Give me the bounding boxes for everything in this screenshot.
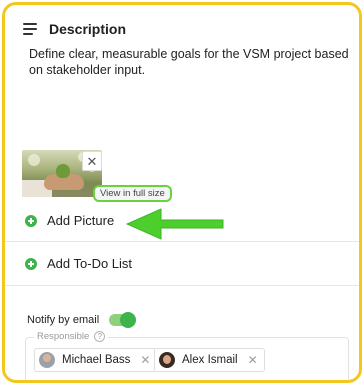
notify-label: Notify by email	[27, 314, 100, 326]
responsible-label: Responsible ?	[34, 331, 109, 342]
task-detail-panel: Description Define clear, measurable goa…	[2, 2, 362, 383]
notify-by-email-row: Notify by email	[27, 312, 137, 328]
remove-picture-button[interactable]: ✕	[82, 151, 102, 171]
notify-toggle[interactable]	[109, 312, 137, 328]
view-full-size-button[interactable]: View in full size	[93, 185, 172, 202]
responsible-chip[interactable]: Michael Bass ✕	[34, 348, 158, 372]
divider	[5, 241, 359, 242]
description-text[interactable]: Define clear, measurable goals for the V…	[29, 46, 349, 78]
add-todo-list-button[interactable]: Add To-Do List	[25, 256, 132, 271]
arrow-icon	[125, 208, 224, 240]
responsible-name: Alex Ismail	[182, 354, 238, 366]
close-icon[interactable]: ✕	[248, 354, 258, 366]
description-title: Description	[49, 21, 127, 37]
responsible-field[interactable]: Responsible ? Michael Bass ✕ Alex Ismail…	[25, 331, 349, 380]
avatar	[39, 352, 55, 368]
lines-icon	[23, 23, 37, 35]
divider	[5, 285, 359, 286]
plus-circle-icon	[25, 214, 37, 227]
close-icon: ✕	[86, 153, 98, 169]
responsible-name: Michael Bass	[62, 354, 131, 366]
help-icon[interactable]: ?	[94, 331, 106, 342]
add-picture-label: Add Picture	[47, 213, 115, 228]
close-icon[interactable]: ✕	[140, 354, 150, 366]
plus-circle-icon	[25, 257, 37, 270]
avatar	[159, 352, 175, 368]
add-picture-button[interactable]: Add Picture	[25, 213, 114, 228]
add-todo-list-label: Add To-Do List	[47, 256, 133, 271]
description-header: Description	[23, 17, 126, 41]
responsible-chip[interactable]: Alex Ismail ✕	[154, 348, 265, 372]
